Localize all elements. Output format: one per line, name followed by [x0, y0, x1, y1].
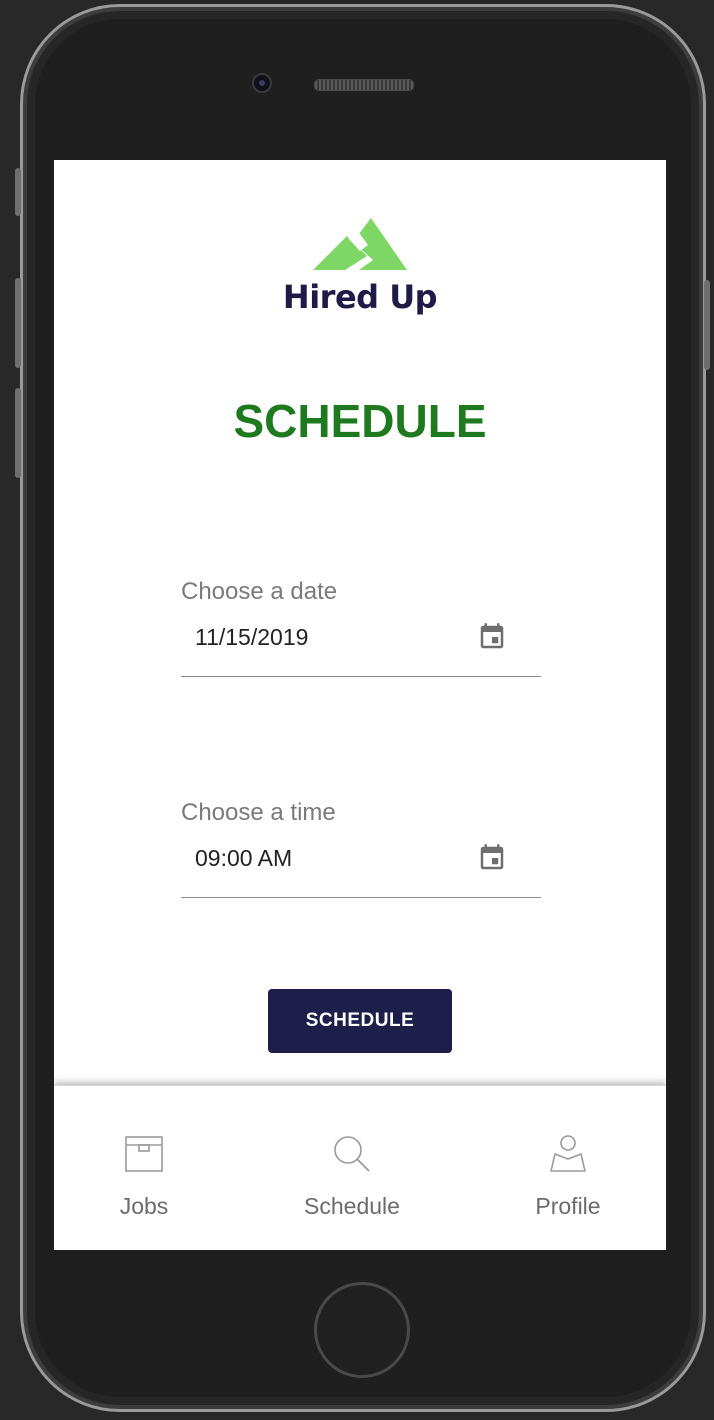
- earpiece-speaker: [314, 79, 414, 91]
- front-camera: [252, 73, 272, 93]
- time-field-label: Choose a time: [181, 799, 336, 826]
- nav-label-schedule: Schedule: [304, 1193, 400, 1219]
- time-field[interactable]: Choose a time 09:00 AM: [181, 799, 541, 899]
- volume-down-button: [15, 388, 21, 478]
- nav-label-jobs: Jobs: [119, 1193, 169, 1219]
- home-button[interactable]: [314, 1282, 410, 1378]
- bottom-navigation: Jobs Schedule Profile: [54, 1085, 666, 1250]
- nav-label-profile: Profile: [535, 1193, 601, 1219]
- calendar-icon[interactable]: [477, 843, 507, 873]
- date-input[interactable]: 11/15/2019: [195, 624, 308, 651]
- briefcase-icon: [125, 1136, 163, 1172]
- volume-up-button: [15, 278, 21, 368]
- brand-name: Hired Up: [282, 278, 438, 316]
- power-button: [704, 280, 710, 370]
- calendar-icon[interactable]: [477, 622, 507, 652]
- time-field-underline: [181, 897, 541, 898]
- brand-logo: Hired Up: [54, 218, 666, 316]
- mute-switch: [15, 168, 21, 216]
- user-icon: [550, 1135, 586, 1172]
- search-icon: [334, 1136, 370, 1172]
- app-screen: Hired Up SCHEDULE Choose a date 11/15/20…: [54, 160, 666, 1250]
- nav-item-profile[interactable]: Profile: [466, 1086, 666, 1250]
- date-field-underline: [181, 676, 541, 677]
- date-field-label: Choose a date: [181, 578, 338, 605]
- page-title: SCHEDULE: [233, 395, 487, 447]
- nav-item-schedule[interactable]: Schedule: [250, 1086, 454, 1250]
- nav-item-jobs[interactable]: Jobs: [54, 1086, 246, 1250]
- time-input[interactable]: 09:00 AM: [195, 845, 292, 872]
- mountain-logo-icon: [313, 218, 407, 270]
- schedule-button[interactable]: SCHEDULE: [268, 989, 452, 1053]
- date-field[interactable]: Choose a date 11/15/2019: [181, 578, 541, 678]
